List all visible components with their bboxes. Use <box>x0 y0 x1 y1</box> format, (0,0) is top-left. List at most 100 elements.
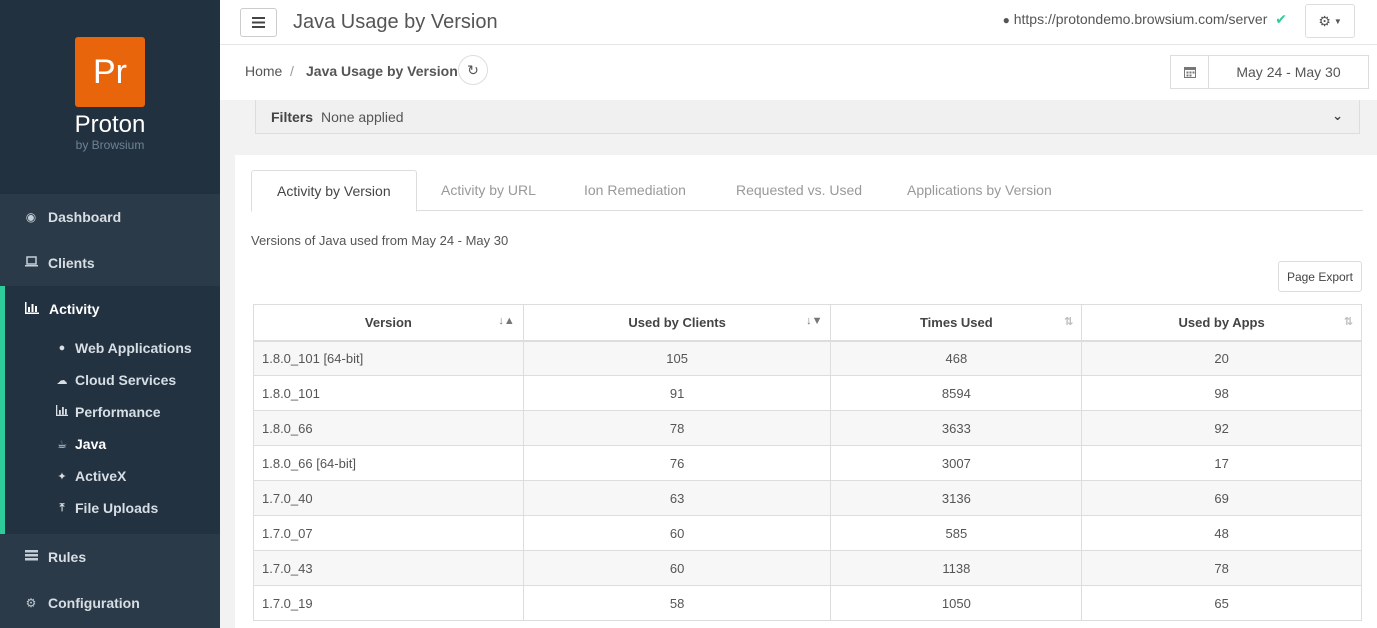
cell-used-by-apps: 48 <box>1081 515 1362 551</box>
cell-used-by-clients: 63 <box>522 480 832 516</box>
nav-file-uploads-label: File Uploads <box>75 500 159 516</box>
tab-requested-vs-used[interactable]: Requested vs. Used <box>736 170 862 211</box>
cell-version: 1.8.0_101 <box>253 375 524 411</box>
cell-used-by-clients: 105 <box>522 340 832 376</box>
nav-performance-label: Performance <box>75 404 161 420</box>
filters-label: Filters <box>271 108 314 125</box>
cell-version: 1.8.0_101 [64-bit] <box>253 340 524 376</box>
hamburger-icon <box>252 17 265 28</box>
table-row[interactable]: 1.8.0_66 78 3633 92 <box>253 410 1362 446</box>
caret-down-icon: ▼ <box>1333 16 1342 26</box>
nav-java[interactable]: ☕ Java <box>55 434 106 454</box>
nav-cloud-services[interactable]: ☁ Cloud Services <box>55 370 177 390</box>
sort-icon[interactable]: ⇅ <box>1064 315 1073 328</box>
coffee-cup-icon: ☕ <box>57 438 67 451</box>
cell-times-used: 8594 <box>830 375 1083 411</box>
cell-used-by-clients: 58 <box>522 585 832 621</box>
sort-asc-icon[interactable]: ↓▲ <box>498 315 514 327</box>
table-row[interactable]: 1.7.0_43 60 1138 78 <box>253 550 1362 586</box>
tab-applications-by-version[interactable]: Applications by Version <box>907 170 1052 211</box>
table-row[interactable]: 1.7.0_40 63 3136 69 <box>253 480 1362 516</box>
cell-times-used: 3633 <box>830 410 1083 446</box>
page-title: Java Usage by Version <box>293 11 498 33</box>
chevron-down-icon[interactable]: ⌄ <box>1332 108 1343 124</box>
cell-version: 1.7.0_43 <box>253 550 524 586</box>
column-header-used-by-clients[interactable]: Used by Clients ↓▼ <box>522 304 832 342</box>
calendar-icon[interactable] <box>1171 56 1209 88</box>
server-url-text: https://protondemo.browsium.com/server <box>1013 11 1268 27</box>
nav-clients-label: Clients <box>48 255 95 271</box>
column-header-times-used[interactable]: Times Used ⇅ <box>830 304 1083 342</box>
settings-dropdown-button[interactable]: ⚙ ▼ <box>1305 4 1355 38</box>
proton-logo[interactable]: Pr <box>75 37 145 107</box>
column-header-version-label: Version <box>364 314 412 330</box>
nav-file-uploads[interactable]: ⤒ File Uploads <box>55 498 159 518</box>
cell-used-by-apps: 92 <box>1081 410 1362 446</box>
table-row[interactable]: 1.7.0_07 60 585 48 <box>253 515 1362 551</box>
cell-used-by-apps: 65 <box>1081 585 1362 621</box>
cell-version: 1.8.0_66 <box>253 410 524 446</box>
nav-activity[interactable]: Activity <box>5 286 100 332</box>
laptop-icon <box>24 256 38 270</box>
cell-used-by-clients: 60 <box>522 515 832 551</box>
java-versions-table: Version ↓▲ Used by Clients ↓▼ Times Used… <box>253 304 1362 621</box>
breadcrumb-separator: / <box>290 63 294 79</box>
cell-used-by-clients: 76 <box>522 445 832 481</box>
cell-used-by-apps: 17 <box>1081 445 1362 481</box>
cell-times-used: 1138 <box>830 550 1083 586</box>
menu-toggle-button[interactable] <box>240 8 277 37</box>
bar-chart-icon <box>25 301 39 317</box>
tab-activity-by-version[interactable]: Activity by Version <box>251 170 417 212</box>
column-header-version[interactable]: Version ↓▲ <box>253 304 524 342</box>
dashboard-icon: ◉ <box>25 210 37 224</box>
cell-times-used: 3007 <box>830 445 1083 481</box>
nav-dashboard[interactable]: ◉ Dashboard <box>0 194 220 240</box>
column-header-used-by-apps[interactable]: Used by Apps ⇅ <box>1081 304 1362 342</box>
nav-configuration-label: Configuration <box>48 595 140 611</box>
cell-used-by-clients: 91 <box>522 375 832 411</box>
nav-cloud-services-label: Cloud Services <box>75 372 177 388</box>
nav-rules-label: Rules <box>48 549 87 565</box>
refresh-icon: ↻ <box>467 61 479 78</box>
nav-clients[interactable]: Clients <box>0 240 220 286</box>
check-icon: ✔ <box>1275 11 1287 27</box>
cell-used-by-clients: 78 <box>522 410 832 446</box>
nav-activex[interactable]: ✦ ActiveX <box>55 466 126 486</box>
nav-configuration[interactable]: ⚙ Configuration <box>0 580 220 626</box>
page-export-button[interactable]: Page Export <box>1277 261 1362 292</box>
sort-desc-icon[interactable]: ↓▼ <box>806 315 822 327</box>
report-description: Versions of Java used from May 24 - May … <box>251 233 509 248</box>
tab-activity-by-url[interactable]: Activity by URL <box>441 170 536 211</box>
table-row[interactable]: 1.7.0_19 58 1050 65 <box>253 585 1362 621</box>
nav-web-applications-label: Web Applications <box>75 340 192 356</box>
server-url[interactable]: ● https://protondemo.browsium.com/server… <box>1003 11 1287 28</box>
breadcrumb-current: Java Usage by Version <box>306 63 458 79</box>
nav-rules[interactable]: Rules <box>0 534 220 580</box>
cell-version: 1.8.0_66 [64-bit] <box>253 445 524 481</box>
sort-icon[interactable]: ⇅ <box>1344 315 1353 328</box>
cell-times-used: 3136 <box>830 480 1083 516</box>
date-range-picker[interactable]: May 24 - May 30 <box>1170 55 1369 89</box>
nav-activity-group: Activity ● Web Applications ☁ Cloud Serv… <box>0 286 220 534</box>
tab-ion-remediation[interactable]: Ion Remediation <box>584 170 686 211</box>
breadcrumb-home[interactable]: Home <box>245 63 282 79</box>
cell-used-by-apps: 78 <box>1081 550 1362 586</box>
plug-icon: ✦ <box>57 470 67 483</box>
table-row[interactable]: 1.8.0_101 [64-bit] 105 468 20 <box>253 340 1362 376</box>
nav-performance[interactable]: Performance <box>55 402 161 422</box>
tab-bar: Activity by Version Activity by URL Ion … <box>251 170 1363 212</box>
filters-bar[interactable]: Filters None applied ⌄ <box>255 100 1360 134</box>
bar-chart-icon <box>55 405 69 419</box>
cloud-icon: ☁ <box>56 374 68 387</box>
top-bar: Java Usage by Version ● https://protonde… <box>220 0 1377 45</box>
cell-times-used: 468 <box>830 340 1083 376</box>
cell-times-used: 585 <box>830 515 1083 551</box>
nav-web-applications[interactable]: ● Web Applications <box>55 338 192 358</box>
globe-icon: ● <box>1002 13 1010 27</box>
cell-used-by-clients: 60 <box>522 550 832 586</box>
nav-java-label: Java <box>75 436 107 452</box>
refresh-button[interactable]: ↻ <box>458 55 488 85</box>
brand-name: Proton <box>74 111 146 138</box>
table-row[interactable]: 1.8.0_101 91 8594 98 <box>253 375 1362 411</box>
table-row[interactable]: 1.8.0_66 [64-bit] 76 3007 17 <box>253 445 1362 481</box>
